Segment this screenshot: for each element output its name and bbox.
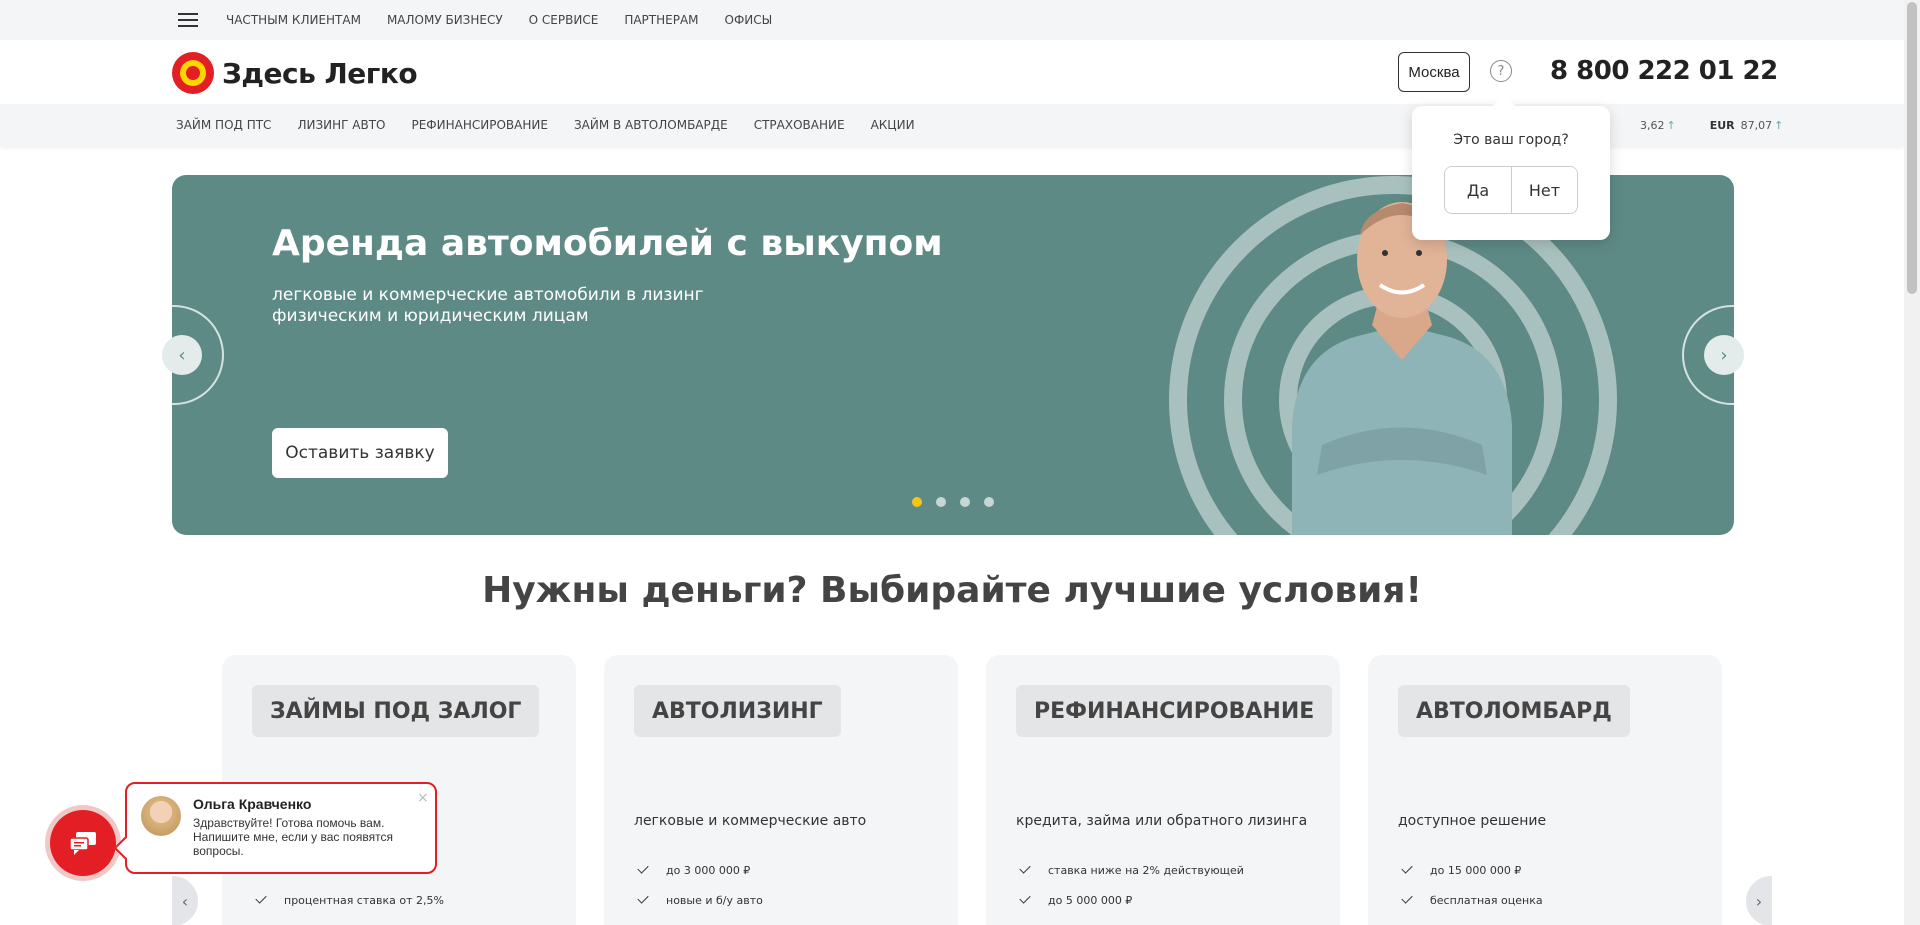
- list-item: до 5 000 000 ₽: [1016, 885, 1244, 915]
- subnav-auto-leasing[interactable]: ЛИЗИНГ АВТО: [297, 118, 385, 132]
- topnav-about[interactable]: О СЕРВИСЕ: [529, 13, 599, 27]
- card-title: РЕФИНАНСИРОВАНИЕ: [1016, 685, 1333, 737]
- topnav-private-clients[interactable]: ЧАСТНЫМ КЛИЕНТАМ: [226, 13, 361, 27]
- topnav-offices[interactable]: ОФИСЫ: [725, 13, 773, 27]
- rate-code: EUR: [1709, 118, 1735, 132]
- subnav-promotions[interactable]: АКЦИИ: [871, 118, 915, 132]
- card-features: ставка ниже на 2% действующей до 5 000 0…: [1016, 855, 1244, 915]
- check-icon: [255, 892, 267, 904]
- chat-message-text: Здравствуйте! Готова помочь вам. Напишит…: [193, 816, 394, 858]
- section-title: Нужны деньги? Выбирайте лучшие условия!: [482, 570, 1422, 611]
- check-icon: [637, 892, 649, 904]
- phone-number[interactable]: 8 800 222 01 22: [1550, 56, 1778, 86]
- card-refinancing[interactable]: РЕФИНАНСИРОВАНИЕ кредита, займа или обра…: [986, 655, 1340, 925]
- check-icon: [1019, 892, 1031, 904]
- check-icon: [1401, 862, 1413, 874]
- slider-dot-4[interactable]: [984, 497, 994, 507]
- subnav-pts-loan[interactable]: ЗАЙМ ПОД ПТС: [176, 118, 271, 132]
- slider-prev-button[interactable]: ‹: [162, 335, 202, 375]
- arrow-up-icon: ↑: [1774, 118, 1784, 132]
- slider-next-button[interactable]: ›: [1704, 335, 1744, 375]
- arrow-up-icon: ↑: [1666, 118, 1676, 132]
- city-button[interactable]: Москва: [1398, 52, 1470, 92]
- sub-nav: ЗАЙМ ПОД ПТС ЛИЗИНГ АВТО РЕФИНАНСИРОВАНИ…: [0, 104, 1904, 146]
- card-title: ЗАЙМЫ ПОД ЗАЛОГ: [252, 685, 540, 737]
- card-auto-leasing[interactable]: АВТОЛИЗИНГ легковые и коммерческие авто …: [604, 655, 958, 925]
- logo-text: Здесь Легко: [222, 56, 418, 90]
- menu-icon[interactable]: [178, 13, 198, 27]
- rate-value: 3,62: [1640, 118, 1665, 132]
- card-description: кредита, займа или обратного лизинга: [1016, 813, 1308, 829]
- rate-value: 87,07: [1740, 118, 1773, 132]
- card-features: до 15 000 000 ₽ бесплатная оценка: [1398, 855, 1543, 915]
- cards-next-button[interactable]: ›: [1746, 876, 1772, 925]
- page-scrollbar[interactable]: [1904, 0, 1920, 925]
- city-confirm-buttons: Да Нет: [1444, 166, 1578, 214]
- product-nav: ЗАЙМ ПОД ПТС ЛИЗИНГ АВТО РЕФИНАНСИРОВАНИ…: [176, 104, 941, 146]
- feature-text: ставка ниже на 2% действующей: [1048, 863, 1244, 877]
- check-icon: [1401, 892, 1413, 904]
- logo-mark-icon: [172, 52, 214, 94]
- feature-text: новые и б/у авто: [666, 893, 763, 907]
- slider-dot-2[interactable]: [936, 497, 946, 507]
- feature-text: бесплатная оценка: [1430, 893, 1543, 907]
- card-features: до 3 000 000 ₽ новые и б/у авто: [634, 855, 763, 915]
- chevron-right-icon: ›: [1755, 891, 1763, 911]
- subnav-refinancing[interactable]: РЕФИНАНСИРОВАНИЕ: [411, 118, 547, 132]
- chat-button[interactable]: [50, 810, 116, 876]
- slider-dots: [912, 497, 1008, 507]
- cards-prev-button[interactable]: ‹: [172, 876, 198, 925]
- list-item: до 15 000 000 ₽: [1398, 855, 1543, 885]
- topnav-small-business[interactable]: МАЛОМУ БИЗНЕСУ: [387, 13, 503, 27]
- chat-icon: [69, 832, 96, 855]
- currency-rates: 3,62 ↑ EUR 87,07 ↑: [1600, 104, 1783, 146]
- logo[interactable]: Здесь Легко: [172, 52, 418, 94]
- hero-title: Аренда автомобилей с выкупом: [272, 223, 943, 264]
- top-nav: ЧАСТНЫМ КЛИЕНТАМ МАЛОМУ БИЗНЕСУ О СЕРВИС…: [226, 0, 798, 40]
- card-title: АВТОЛИЗИНГ: [634, 685, 841, 737]
- topnav-partners[interactable]: ПАРТНЕРАМ: [624, 13, 698, 27]
- question-icon[interactable]: ?: [1490, 60, 1512, 82]
- list-item: новые и б/у авто: [634, 885, 763, 915]
- city-confirm-popup: Это ваш город? Да Нет: [1412, 106, 1610, 240]
- feature-text: до 5 000 000 ₽: [1048, 893, 1133, 907]
- city-yes-button[interactable]: Да: [1445, 167, 1511, 213]
- list-item: ставка ниже на 2% действующей: [1016, 855, 1244, 885]
- scrollbar-thumb[interactable]: [1907, 2, 1917, 294]
- list-item: процентная ставка от 2,5%: [252, 885, 444, 915]
- slider-dot-3[interactable]: [960, 497, 970, 507]
- subnav-pawnshop-loan[interactable]: ЗАЙМ В АВТОЛОМБАРДЕ: [574, 118, 728, 132]
- chat-message-bubble[interactable]: Ольга Кравченко Здравствуйте! Готова пом…: [125, 782, 437, 874]
- check-icon: [637, 862, 649, 874]
- list-item: бесплатная оценка: [1398, 885, 1543, 915]
- chat-agent-name: Ольга Кравченко: [193, 796, 312, 812]
- chevron-left-icon: ‹: [178, 344, 186, 366]
- list-item: до 3 000 000 ₽: [634, 855, 763, 885]
- leave-request-button[interactable]: Оставить заявку: [272, 428, 448, 478]
- rate-usd: 3,62 ↑: [1634, 119, 1676, 132]
- chevron-left-icon: ‹: [181, 891, 189, 911]
- close-icon[interactable]: ×: [417, 790, 429, 806]
- feature-text: до 3 000 000 ₽: [666, 863, 751, 877]
- header: Здесь Легко Москва ? 8 800 222 01 22: [0, 40, 1904, 104]
- card-title: АВТОЛОМБАРД: [1398, 685, 1630, 737]
- card-description: доступное решение: [1398, 813, 1547, 829]
- check-icon: [1019, 862, 1031, 874]
- subnav-insurance[interactable]: СТРАХОВАНИЕ: [754, 118, 845, 132]
- chevron-right-icon: ›: [1720, 344, 1728, 366]
- avatar: [141, 796, 181, 836]
- slider-dot-1[interactable]: [912, 497, 922, 507]
- feature-text: до 15 000 000 ₽: [1430, 863, 1522, 877]
- city-no-button[interactable]: Нет: [1511, 167, 1577, 213]
- feature-text: процентная ставка от 2,5%: [284, 893, 444, 907]
- rate-eur: EUR 87,07 ↑: [1710, 119, 1784, 132]
- card-pawnshop[interactable]: АВТОЛОМБАРД доступное решение до 15 000 …: [1368, 655, 1722, 925]
- hero-subtitle: легковые и коммерческие автомобили в лиз…: [272, 285, 704, 326]
- card-description: легковые и коммерческие авто: [634, 813, 867, 829]
- city-question: Это ваш город?: [1453, 132, 1569, 148]
- top-bar: ЧАСТНЫМ КЛИЕНТАМ МАЛОМУ БИЗНЕСУ О СЕРВИС…: [0, 0, 1904, 40]
